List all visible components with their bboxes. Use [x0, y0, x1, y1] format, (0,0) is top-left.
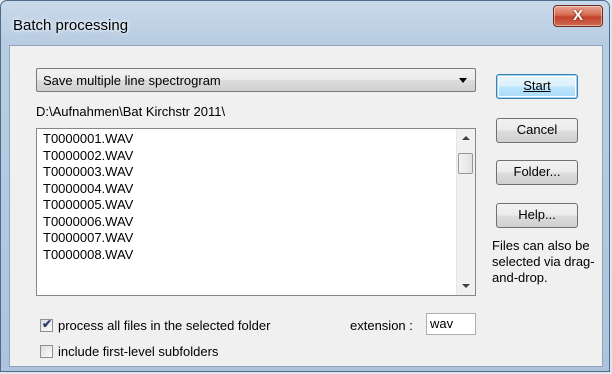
action-dropdown[interactable]: Save multiple line spectrogram	[36, 68, 476, 92]
folder-button-label: Folder...	[513, 164, 561, 179]
file-list[interactable]: T0000001.WAV T0000002.WAV T0000003.WAV T000…	[36, 128, 476, 296]
drag-drop-note: Files can also be selected via drag-and-…	[492, 238, 595, 285]
scroll-up-arrow-icon[interactable]	[457, 129, 474, 146]
title-bar[interactable]: Batch processing X	[1, 1, 609, 45]
list-item[interactable]: T0000001.WAV	[43, 131, 455, 148]
list-item[interactable]: T0000003.WAV	[43, 164, 455, 181]
start-button[interactable]: Start	[496, 74, 578, 99]
checkmark-icon: ✔	[42, 317, 53, 331]
file-list-items: T0000001.WAV T0000002.WAV T0000003.WAV T000…	[43, 131, 455, 263]
chevron-down-icon	[459, 78, 467, 83]
folder-button[interactable]: Folder...	[496, 160, 578, 185]
extension-input[interactable]	[430, 316, 474, 331]
extension-field[interactable]	[426, 313, 476, 335]
process-all-checkbox[interactable]: ✔	[40, 317, 53, 332]
dialog-client-area: Save multiple line spectrogram D:\Aufnah…	[9, 45, 603, 367]
subfolders-checkbox[interactable]	[40, 345, 53, 358]
close-icon: X	[572, 7, 583, 24]
list-item[interactable]: T0000005.WAV	[43, 197, 455, 214]
vertical-scrollbar[interactable]	[456, 129, 475, 295]
help-button[interactable]: Help...	[496, 203, 578, 228]
window-title: Batch processing	[13, 17, 129, 34]
list-item[interactable]: T0000004.WAV	[43, 181, 455, 198]
scrollbar-thumb[interactable]	[458, 153, 473, 174]
action-dropdown-value: Save multiple line spectrogram	[43, 73, 221, 88]
cancel-button-label: Cancel	[516, 122, 558, 137]
scroll-down-arrow-icon[interactable]	[457, 278, 474, 295]
list-item[interactable]: T0000006.WAV	[43, 214, 455, 231]
list-item[interactable]: T0000002.WAV	[43, 148, 455, 165]
process-all-label: process all files in the selected folder	[58, 318, 271, 333]
cancel-button[interactable]: Cancel	[496, 118, 578, 143]
start-button-label: Start	[523, 78, 551, 93]
help-button-label: Help...	[518, 207, 556, 222]
subfolders-label: include first-level subfolders	[58, 344, 219, 359]
folder-path: D:\Aufnahmen\Bat Kirchstr 2011\	[36, 104, 226, 119]
list-item[interactable]: T0000008.WAV	[43, 247, 455, 264]
extension-label: extension :	[350, 318, 413, 333]
list-item[interactable]: T0000007.WAV	[43, 230, 455, 247]
close-button[interactable]: X	[553, 5, 603, 27]
batch-processing-dialog: Batch processing X Save multiple line sp…	[0, 0, 610, 372]
